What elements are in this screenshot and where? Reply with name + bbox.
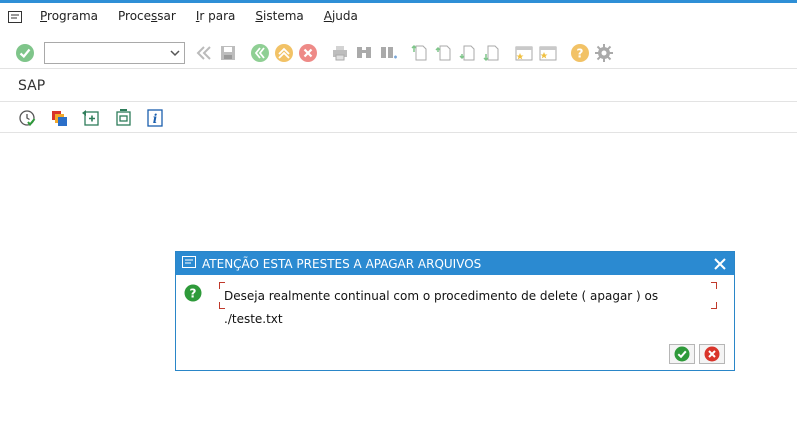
dialog-header: ATENÇÃO ESTA PRESTES A APAGAR ARQUIVOS <box>176 252 734 275</box>
confirmation-dialog: ATENÇÃO ESTA PRESTES A APAGAR ARQUIVOS ?… <box>175 251 735 371</box>
info-icon[interactable]: i <box>144 107 166 129</box>
first-page-icon[interactable] <box>409 42 431 64</box>
system-menu-icon[interactable] <box>0 3 30 30</box>
svg-text:?: ? <box>577 46 584 60</box>
print-icon[interactable] <box>329 42 351 64</box>
cancel-icon[interactable] <box>297 42 319 64</box>
focus-bracket <box>711 282 717 289</box>
dialog-title: ATENÇÃO ESTA PRESTES A APAGAR ARQUIVOS <box>202 256 482 271</box>
menu-item-ir-para[interactable]: Ir para <box>186 3 246 30</box>
standard-toolbar: ? <box>0 37 797 69</box>
find-next-icon[interactable] <box>377 42 399 64</box>
selection-options-icon[interactable] <box>112 107 134 129</box>
chevron-down-icon[interactable] <box>169 47 181 62</box>
menu-item-processar[interactable]: Processar <box>108 3 186 30</box>
menu-item-ajuda[interactable]: Ajuda <box>314 3 368 30</box>
create-session-icon[interactable] <box>513 42 535 64</box>
dialog-body: ? Deseja realmente continual com o proce… <box>176 275 734 370</box>
svg-text:i: i <box>153 112 158 126</box>
cancel-icon <box>704 346 720 362</box>
application-toolbar: i <box>0 103 797 133</box>
command-input[interactable] <box>45 42 165 63</box>
menu-bar: Programa Processar Ir para Sistema Ajuda <box>0 3 797 30</box>
question-icon: ? <box>184 284 202 305</box>
check-icon <box>674 346 690 362</box>
help-icon[interactable]: ? <box>569 42 591 64</box>
next-page-icon[interactable] <box>457 42 479 64</box>
command-field[interactable] <box>44 41 185 64</box>
dialog-message-line2: ./teste.txt <box>224 312 283 326</box>
svg-text:?: ? <box>190 287 197 301</box>
exit-icon[interactable] <box>273 42 295 64</box>
no-button[interactable] <box>699 344 725 364</box>
execute-icon[interactable] <box>16 107 38 129</box>
enter-check-icon[interactable] <box>14 42 36 64</box>
back-icon[interactable] <box>249 42 271 64</box>
customize-layout-icon[interactable] <box>593 42 615 64</box>
focus-bracket <box>711 302 717 309</box>
variants-icon[interactable] <box>48 107 70 129</box>
dialog-message-line1: Deseja realmente continual com o procedi… <box>224 289 659 303</box>
find-icon[interactable] <box>353 42 375 64</box>
last-page-icon[interactable] <box>481 42 503 64</box>
create-shortcut-icon[interactable] <box>537 42 559 64</box>
title-bar: SAP <box>0 70 797 102</box>
close-icon[interactable] <box>712 256 728 272</box>
focus-bracket <box>219 302 225 309</box>
back-double-icon[interactable] <box>193 42 215 64</box>
yes-button[interactable] <box>669 344 695 364</box>
get-variant-icon[interactable] <box>80 107 102 129</box>
focus-bracket <box>219 282 225 289</box>
menu-item-programa[interactable]: Programa <box>30 3 108 30</box>
previous-page-icon[interactable] <box>433 42 455 64</box>
menu-item-sistema[interactable]: Sistema <box>245 3 313 30</box>
screen-title: SAP <box>18 78 46 94</box>
dialog-system-icon[interactable] <box>182 256 196 271</box>
save-icon[interactable] <box>217 42 239 64</box>
